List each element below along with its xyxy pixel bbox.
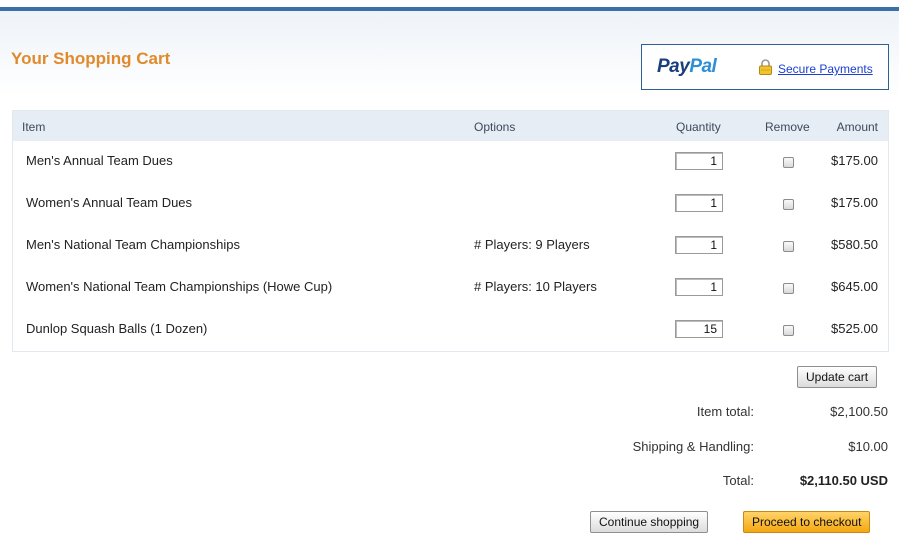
item-options: # Players: 10 Players bbox=[474, 279, 597, 294]
item-amount: $175.00 bbox=[831, 153, 878, 168]
paypal-logo-pay: Pay bbox=[657, 56, 690, 77]
item-total-value: $2,100.50 bbox=[830, 404, 888, 419]
lock-icon bbox=[758, 59, 773, 75]
cart-table-header: Item Options Quantity Remove Amount bbox=[12, 110, 889, 141]
item-options: # Players: 9 Players bbox=[474, 237, 590, 252]
item-name: Men's National Team Championships bbox=[26, 237, 240, 252]
shipping-label: Shipping & Handling: bbox=[632, 439, 754, 454]
table-row: Men's National Team Championships # Play… bbox=[12, 225, 889, 268]
quantity-input[interactable] bbox=[675, 320, 723, 338]
item-total-label: Item total: bbox=[696, 404, 754, 419]
column-header-quantity: Quantity bbox=[676, 120, 721, 134]
shipping-value: $10.00 bbox=[848, 439, 888, 454]
table-row: Dunlop Squash Balls (1 Dozen) $525.00 bbox=[12, 309, 889, 352]
table-row: Men's Annual Team Dues $175.00 bbox=[12, 141, 889, 184]
column-header-item: Item bbox=[22, 120, 46, 134]
item-name: Women's National Team Championships (How… bbox=[26, 279, 333, 294]
remove-checkbox[interactable] bbox=[783, 283, 794, 294]
paypal-logo: PayPal bbox=[657, 56, 717, 78]
remove-checkbox[interactable] bbox=[783, 199, 794, 210]
item-name: Men's Annual Team Dues bbox=[26, 153, 173, 168]
page-title: Your Shopping Cart bbox=[11, 49, 171, 68]
remove-checkbox[interactable] bbox=[783, 325, 794, 336]
item-amount: $525.00 bbox=[831, 321, 878, 336]
quantity-input[interactable] bbox=[675, 152, 723, 170]
paypal-logo-pal: Pal bbox=[689, 56, 717, 77]
secure-payments-link[interactable]: Secure Payments bbox=[778, 62, 873, 76]
quantity-input[interactable] bbox=[675, 194, 723, 212]
update-cart-button[interactable]: Update cart bbox=[797, 366, 878, 388]
item-name: Women's Annual Team Dues bbox=[26, 195, 193, 210]
item-amount: $580.50 bbox=[831, 237, 878, 252]
table-row: Women's Annual Team Dues $175.00 bbox=[12, 183, 889, 226]
remove-checkbox[interactable] bbox=[783, 157, 794, 168]
continue-shopping-button[interactable]: Continue shopping bbox=[590, 511, 709, 533]
item-amount: $645.00 bbox=[831, 279, 878, 294]
total-value: $2,110.50 USD bbox=[799, 473, 888, 488]
quantity-input[interactable] bbox=[675, 278, 723, 296]
column-header-options: Options bbox=[474, 120, 516, 134]
quantity-input[interactable] bbox=[675, 236, 723, 254]
item-name: Dunlop Squash Balls (1 Dozen) bbox=[26, 321, 208, 336]
total-label: Total: bbox=[722, 473, 754, 488]
remove-checkbox[interactable] bbox=[783, 241, 794, 252]
top-whitespace bbox=[0, 0, 899, 7]
paypal-secure-box: PayPal Secure Payments bbox=[641, 44, 889, 90]
column-header-amount: Amount bbox=[836, 120, 878, 134]
proceed-to-checkout-button[interactable]: Proceed to checkout bbox=[743, 511, 871, 533]
item-amount: $175.00 bbox=[831, 195, 878, 210]
column-header-remove: Remove bbox=[765, 120, 810, 134]
table-row: Women's National Team Championships (How… bbox=[12, 267, 889, 310]
